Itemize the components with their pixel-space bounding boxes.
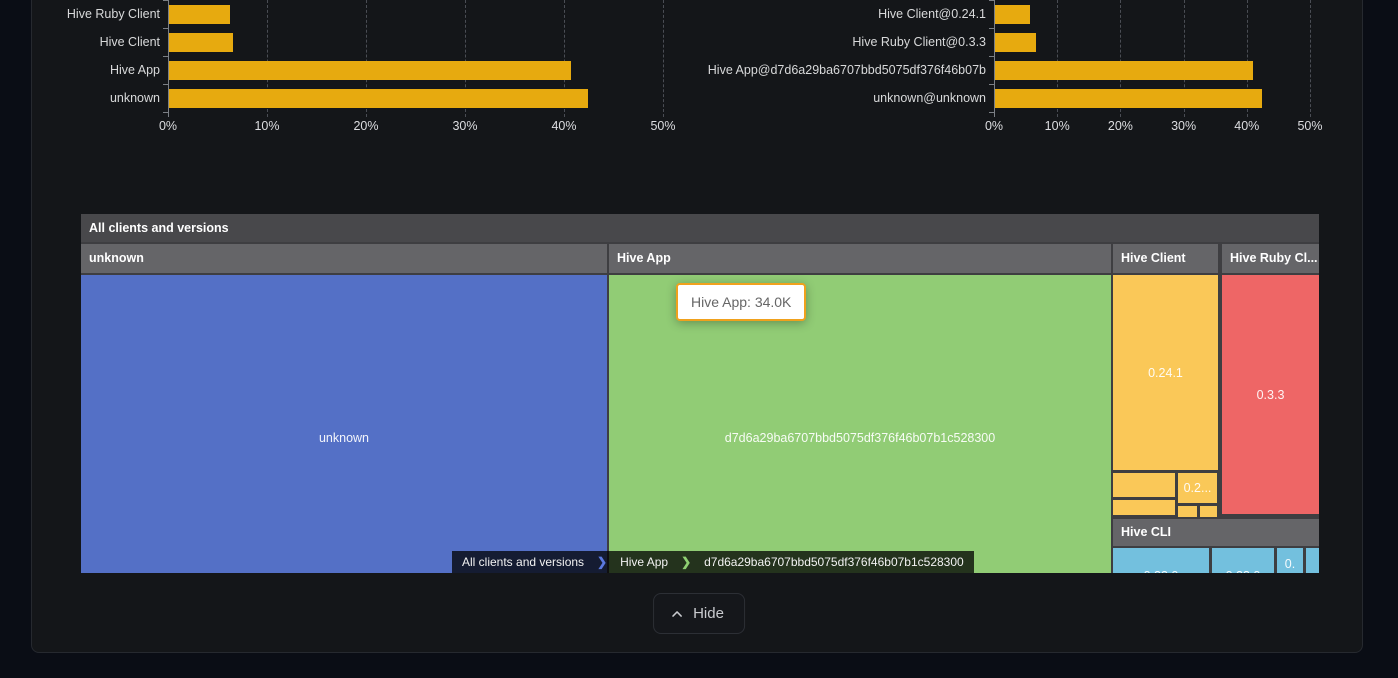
treemap-cell-hive-ruby-033[interactable]: 0.3.3 [1222,275,1319,514]
hide-button[interactable]: Hide [653,593,745,634]
treemap-cell-hive-client-tiny[interactable] [1200,506,1217,517]
bar [169,33,233,52]
x-tick-label: 40% [532,119,596,133]
x-tick-label: 10% [235,119,299,133]
tooltip-text: Hive App: 34.0K [691,294,791,310]
versions-bar-chart: 0%10%20%30%40%50% Hive Client@0.24.1 Hive … [698,0,1398,140]
treemap-cell-label: 0.2... [1184,481,1212,495]
treemap-cell-hive-client-small[interactable] [1113,473,1175,497]
x-tick-label: 30% [433,119,497,133]
bar [995,5,1030,24]
axis-tick [989,0,994,1]
treemap-cell-hive-client-small[interactable] [1113,500,1175,515]
treemap-cell-label: 0. [1285,557,1295,571]
x-tick-label: 0% [962,119,1026,133]
breadcrumb-item-hash[interactable]: d7d6a29ba6707bbd5075df376f46b07b1c528300 [694,551,974,573]
axis-tick [163,28,168,29]
bar-category-label: Hive App@d7d6a29ba6707bbd5075df376f46b07… [698,61,986,80]
bar-category-label: unknown@unknown [698,89,986,108]
treemap-cell-label: unknown [319,431,369,445]
axis-tick [989,56,994,57]
axis-tick [163,112,168,113]
treemap-cell-hive-cli-tiny[interactable] [1306,548,1319,573]
axis-tick [989,84,994,85]
x-tick-label: 50% [1278,119,1342,133]
treemap-header-hive-client[interactable]: Hive Client [1113,244,1218,273]
treemap-cell-label: 0.23.0 [1144,569,1179,573]
treemap-cell-hive-client-02[interactable]: 0.2... [1178,473,1217,503]
axis-tick [163,84,168,85]
treemap-cell-label: 0.23.0 [1226,569,1261,573]
x-tick-label: 50% [631,119,695,133]
x-tick-label: 20% [334,119,398,133]
breadcrumb-item-root[interactable]: All clients and versions [452,551,594,573]
bar-category-label: Hive Ruby Client@0.3.3 [698,33,986,52]
bar [995,61,1253,80]
bar-category-label: Hive Client@0.24.1 [698,5,986,24]
clients-bar-chart: 0% 10% 20% 30% 40% 50% Hive Ruby Client Hive Cl… [0,0,698,140]
treemap-breadcrumb: All clients and versions ❯ Hive App ❯ d7… [452,551,974,573]
treemap-cell-hive-cli-0[interactable]: 0. [1277,548,1303,573]
treemap-cell-unknown[interactable]: unknown [81,275,607,573]
treemap-cell-hive-cli-0230[interactable]: 0.23.0 [1113,548,1209,573]
hide-button-label: Hide [693,605,724,622]
gridline [663,0,664,117]
x-tick-label: 0% [136,119,200,133]
x-tick-label: 10% [1025,119,1089,133]
treemap-cell-label: 0.3.3 [1257,388,1285,402]
chevron-right-icon: ❯ [594,551,610,573]
bar-category-label: Hive App [0,61,160,80]
x-tick-label: 20% [1088,119,1152,133]
x-tick-label: 30% [1152,119,1216,133]
treemap-cell-label: 0.24.1 [1148,366,1183,380]
bar [995,89,1262,108]
axis-tick [163,0,168,1]
treemap-header-hive-app[interactable]: Hive App [609,244,1111,273]
chevron-right-icon: ❯ [678,551,694,573]
bar [169,89,588,108]
treemap-header-hive-ruby-client[interactable]: Hive Ruby Cl... [1222,244,1319,273]
treemap-cell-hive-client-0241[interactable]: 0.24.1 [1113,275,1218,470]
bar-category-label: Hive Ruby Client [0,5,160,24]
bar-category-label: unknown [0,89,160,108]
treemap-header-hive-cli[interactable]: Hive CLI [1113,519,1319,546]
chevron-up-icon [670,607,684,621]
axis-tick [163,56,168,57]
bar-category-label: Hive Client [0,33,160,52]
gridline [1310,0,1311,117]
chart-tooltip: Hive App: 34.0K [676,283,806,321]
bar [995,33,1036,52]
breadcrumb-item-hive-app[interactable]: Hive App [610,551,678,573]
bar [169,5,230,24]
axis-tick [989,28,994,29]
treemap-cell-hive-cli-0230b[interactable]: 0.23.0 [1212,548,1274,573]
axis-tick [989,112,994,113]
treemap-header-unknown[interactable]: unknown [81,244,607,273]
treemap-cell-label: d7d6a29ba6707bbd5075df376f46b07b1c528300 [725,431,995,445]
treemap-cell-hive-client-tiny[interactable] [1178,506,1197,517]
x-tick-label: 40% [1215,119,1279,133]
bar [169,61,571,80]
treemap-root-header[interactable]: All clients and versions [81,214,1319,242]
clients-treemap: All clients and versions unknown unknown… [81,214,1319,573]
